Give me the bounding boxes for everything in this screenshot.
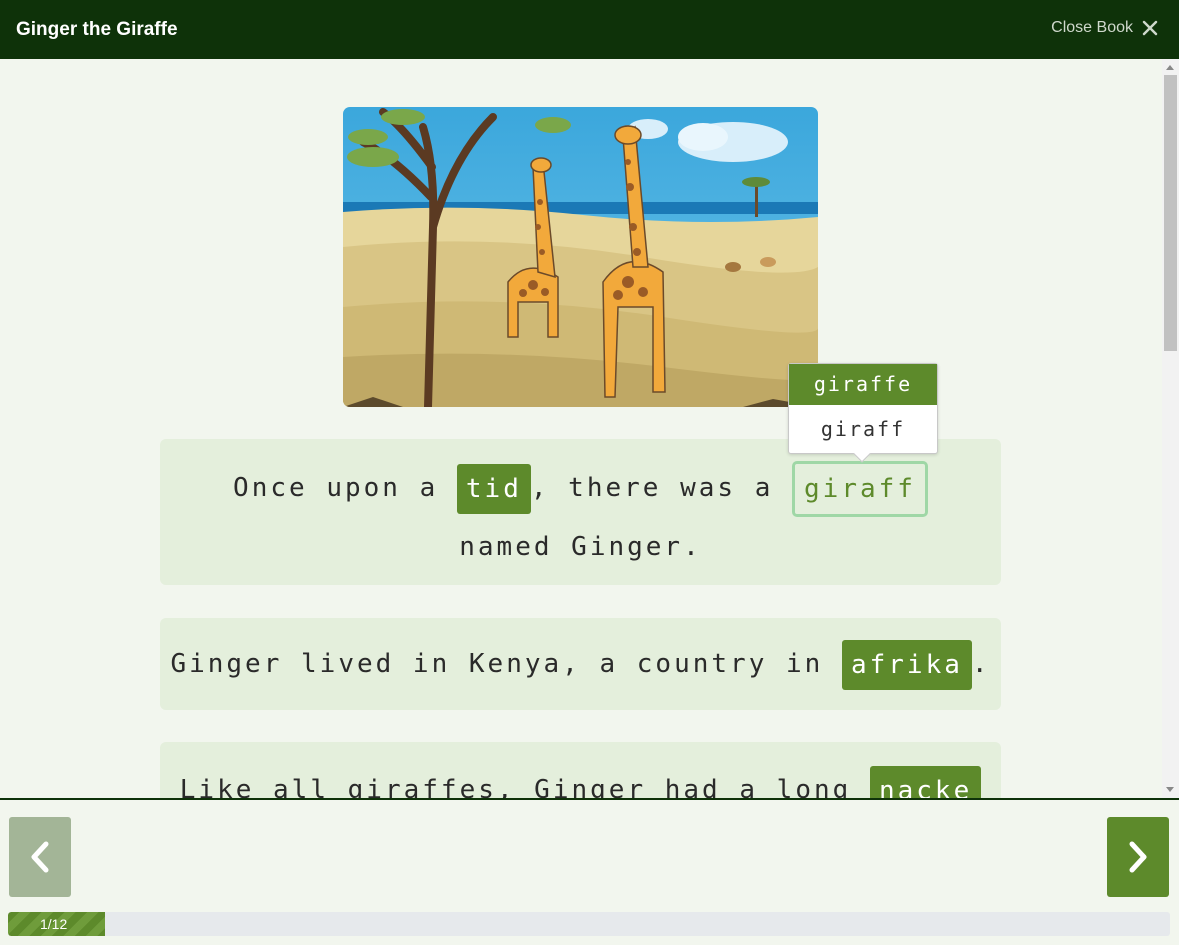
chevron-left-icon — [31, 841, 49, 873]
sentence-text: . — [971, 649, 991, 679]
progress-label: 1/12 — [40, 916, 68, 932]
spelling-error-word[interactable]: afrika — [841, 639, 972, 690]
scrollbar-thumb[interactable] — [1164, 75, 1177, 351]
spelling-error-word[interactable]: tid — [456, 463, 531, 514]
sentence-text: Ginger lived in Kenya, a country in — [170, 649, 842, 679]
close-icon — [1142, 20, 1158, 36]
suggestion-option-giraffe[interactable]: giraffe — [789, 364, 937, 405]
selected-error-word[interactable]: giraff — [792, 460, 928, 517]
scroll-up-icon[interactable] — [1166, 65, 1174, 70]
top-bar: Ginger the Giraffe Close Book — [0, 0, 1179, 59]
sentence-3: Like all giraffes, Ginger had a long nac… — [160, 742, 1001, 798]
scroll-down-icon[interactable] — [1166, 787, 1174, 792]
scrollbar[interactable] — [1162, 59, 1179, 798]
sentence-1: Once upon a tid, there was a giraff name… — [160, 439, 1001, 585]
next-page-button[interactable] — [1107, 817, 1169, 897]
book-title: Ginger the Giraffe — [16, 19, 178, 40]
sentence-text: , there was a — [530, 473, 793, 503]
footer-nav: 1/12 — [0, 798, 1179, 945]
spelling-suggestion-popup: giraffe giraff — [788, 363, 938, 463]
giraffe-illustration — [343, 107, 818, 407]
chevron-right-icon — [1129, 841, 1147, 873]
spelling-error-word[interactable]: nacke — [869, 765, 982, 798]
progress-bar: 1/12 — [8, 912, 1170, 936]
previous-page-button[interactable] — [9, 817, 71, 897]
close-book-label: Close Book — [1051, 19, 1133, 36]
close-book-button[interactable]: Close Book — [1051, 19, 1159, 37]
sentence-text: Like all giraffes, Ginger had a long — [179, 775, 870, 798]
sentence-text: Once upon a — [233, 473, 457, 503]
sentence-text: named Ginger. — [459, 532, 702, 562]
book-page: Once upon a tid, there was a giraff name… — [0, 59, 1162, 798]
sentence-2: Ginger lived in Kenya, a country in afri… — [160, 618, 1001, 710]
